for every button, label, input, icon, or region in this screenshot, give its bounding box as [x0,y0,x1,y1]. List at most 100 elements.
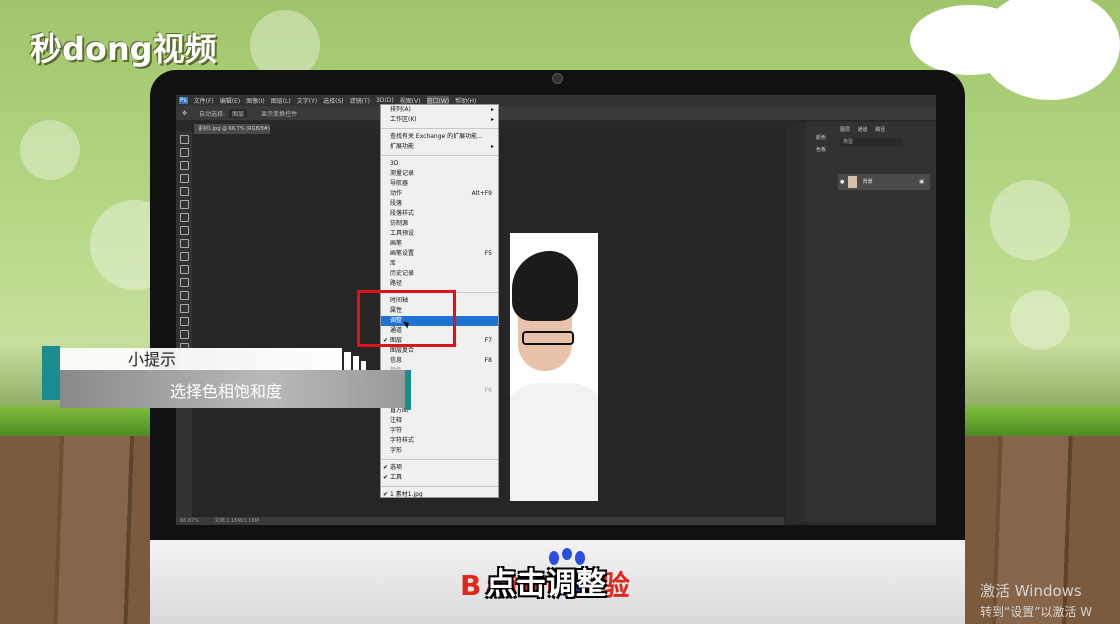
zoom-level[interactable]: 66.67% [180,518,199,524]
window-menu-item[interactable]: 字符 [381,426,498,436]
window-menu-item[interactable]: 图层复合 [381,346,498,356]
menu-item-label: 段落 [390,200,403,207]
menu-type[interactable]: 文字(Y) [297,96,317,105]
options-bar: ✥ 自动选择: 图层 显示变换控件 [176,106,936,120]
window-menu-item[interactable]: 库 [381,259,498,269]
menu-item-label: 库 [390,260,397,267]
window-menu-item[interactable]: 扩展功能 ▸ [381,142,498,152]
menu-item-label: 测量记录 [390,170,415,177]
window-menu-item[interactable]: 画笔 [381,239,498,249]
document-tab[interactable]: 素材1.jpg @ 66.7% (RGB/8#) [194,124,270,134]
window-menu-item[interactable]: ✔ 工具 [381,473,498,483]
menu-item-shortcut: F6 [484,387,492,394]
ps-logo-icon[interactable]: Ps [179,97,188,104]
right-panels: 颜色 色板 图层 通道 路径 类型 ● 背景 ▣ [786,122,936,522]
window-menu-item[interactable]: 查找有关 Exchange 的扩展功能... [381,132,498,142]
tools-panel [176,131,192,521]
menu-item-label: 动作 [390,190,403,197]
tab-channels[interactable]: 通道 [858,127,868,133]
tip-header-bg [60,348,342,370]
tip-accent-bar [42,346,60,400]
magic-wand-icon[interactable] [179,174,189,183]
webcam [552,73,563,84]
window-menu-item[interactable]: 段落 [381,199,498,209]
show-transform-checkbox[interactable]: 显示变换控件 [261,109,297,118]
window-menu-item[interactable]: 动作 Alt+F9 [381,189,498,199]
window-menu-item[interactable]: 段落样式 [381,209,498,219]
history-brush-icon[interactable] [179,252,189,261]
window-menu-item[interactable]: 画笔设置 F5 [381,249,498,259]
stamp-tool-icon[interactable] [179,239,189,248]
blur-tool-icon[interactable] [179,291,189,300]
eyedropper-icon[interactable] [179,200,189,209]
layer-filter[interactable]: 类型 [840,138,903,146]
window-menu-item[interactable]: 测量记录 [381,169,498,179]
menu-item-label: 3D [390,160,399,167]
tip-accent-bar-right [405,370,411,410]
window-menu-item[interactable]: 排列(A) ▸ [381,105,498,115]
eraser-tool-icon[interactable] [179,265,189,274]
menu-item-label: 选项 [390,464,403,471]
menu-item-label: 注释 [390,417,403,424]
checkmark-icon: ✔ [383,464,389,471]
gradient-tool-icon[interactable] [179,278,189,287]
window-menu-item[interactable]: 字符样式 [381,436,498,446]
swatches-panel-label[interactable]: 色板 [816,144,826,156]
eye-icon[interactable]: ● [840,174,844,190]
submenu-arrow-icon: ▸ [490,143,494,150]
lasso-tool-icon[interactable] [179,161,189,170]
lock-icon: ▣ [919,179,924,185]
menu-separator [381,486,498,487]
window-menu-item[interactable]: 工具预设 [381,229,498,239]
auto-select-dropdown[interactable]: 图层 [229,108,248,118]
menu-item-label: 查找有关 Exchange 的扩展功能... [390,133,483,140]
window-menu-item[interactable]: 3D [381,159,498,169]
marquee-tool-icon[interactable] [179,148,189,157]
tab-paths[interactable]: 路径 [875,127,885,133]
photoshop-window: Ps 文件(F) 编辑(E) 图像(I) 图层(L) 文字(Y) 选择(S) 滤… [176,95,936,525]
brush-tool-icon[interactable] [179,226,189,235]
menu-file[interactable]: 文件(F) [194,96,214,105]
window-menu-item[interactable]: ✔ 选项 [381,463,498,473]
text-tool-icon[interactable] [179,330,189,339]
window-menu-item[interactable]: 注释 [381,416,498,426]
crop-tool-icon[interactable] [179,187,189,196]
menu-item-shortcut: F5 [484,250,492,257]
menu-item-label: 字符样式 [390,437,415,444]
auto-select-label[interactable]: 自动选择: [199,109,225,118]
dodge-tool-icon[interactable] [179,304,189,313]
move-tool-icon[interactable]: ✥ [182,110,187,117]
menu-filter[interactable]: 滤镜(T) [350,96,370,105]
menu-item-label: 扩展功能 [390,143,415,150]
menu-item-label: 1 素材1.jpg [390,491,423,498]
pen-tool-icon[interactable] [179,317,189,326]
healing-brush-icon[interactable] [179,213,189,222]
tip-text: 选择色相饱和度 [170,382,283,401]
menu-3d[interactable]: 3D(D) [376,97,394,104]
brand-logo: 秒dong视频 [30,30,217,68]
layer-thumbnail [848,176,857,188]
window-menu-item[interactable]: 历史记录 [381,269,498,279]
menu-edit[interactable]: 编辑(E) [220,96,240,105]
layers-panel-tabs: 图层 通道 路径 [840,126,885,133]
submenu-arrow-icon: ▸ [490,106,494,113]
window-menu-item[interactable]: 路径 [381,279,498,289]
menu-item-label: 段落样式 [390,210,415,217]
menu-item-label: 图层复合 [390,347,415,354]
layer-name[interactable]: 背景 [863,179,873,185]
menu-item-label: 字形 [390,447,403,454]
color-panel-label[interactable]: 颜色 [816,132,826,144]
move-tool-icon[interactable] [179,135,189,144]
menu-image[interactable]: 图像(I) [246,96,264,105]
menu-layer[interactable]: 图层(L) [271,96,291,105]
window-menu-item[interactable]: 字形 [381,446,498,456]
menu-select[interactable]: 选择(S) [323,96,344,105]
status-bar: 66.67% 文档:1.16M/1.16M [176,517,784,525]
window-menu-item[interactable]: 仿制源 [381,219,498,229]
window-menu-item[interactable]: 导航器 [381,179,498,189]
tab-layers[interactable]: 图层 [840,127,850,133]
window-menu-item[interactable]: 信息 F8 [381,356,498,366]
layer-row-background[interactable]: ● 背景 ▣ [838,174,930,190]
window-menu-item[interactable]: 工作区(K) ▸ [381,115,498,125]
window-menu-item[interactable]: ✔ 1 素材1.jpg [381,490,498,500]
